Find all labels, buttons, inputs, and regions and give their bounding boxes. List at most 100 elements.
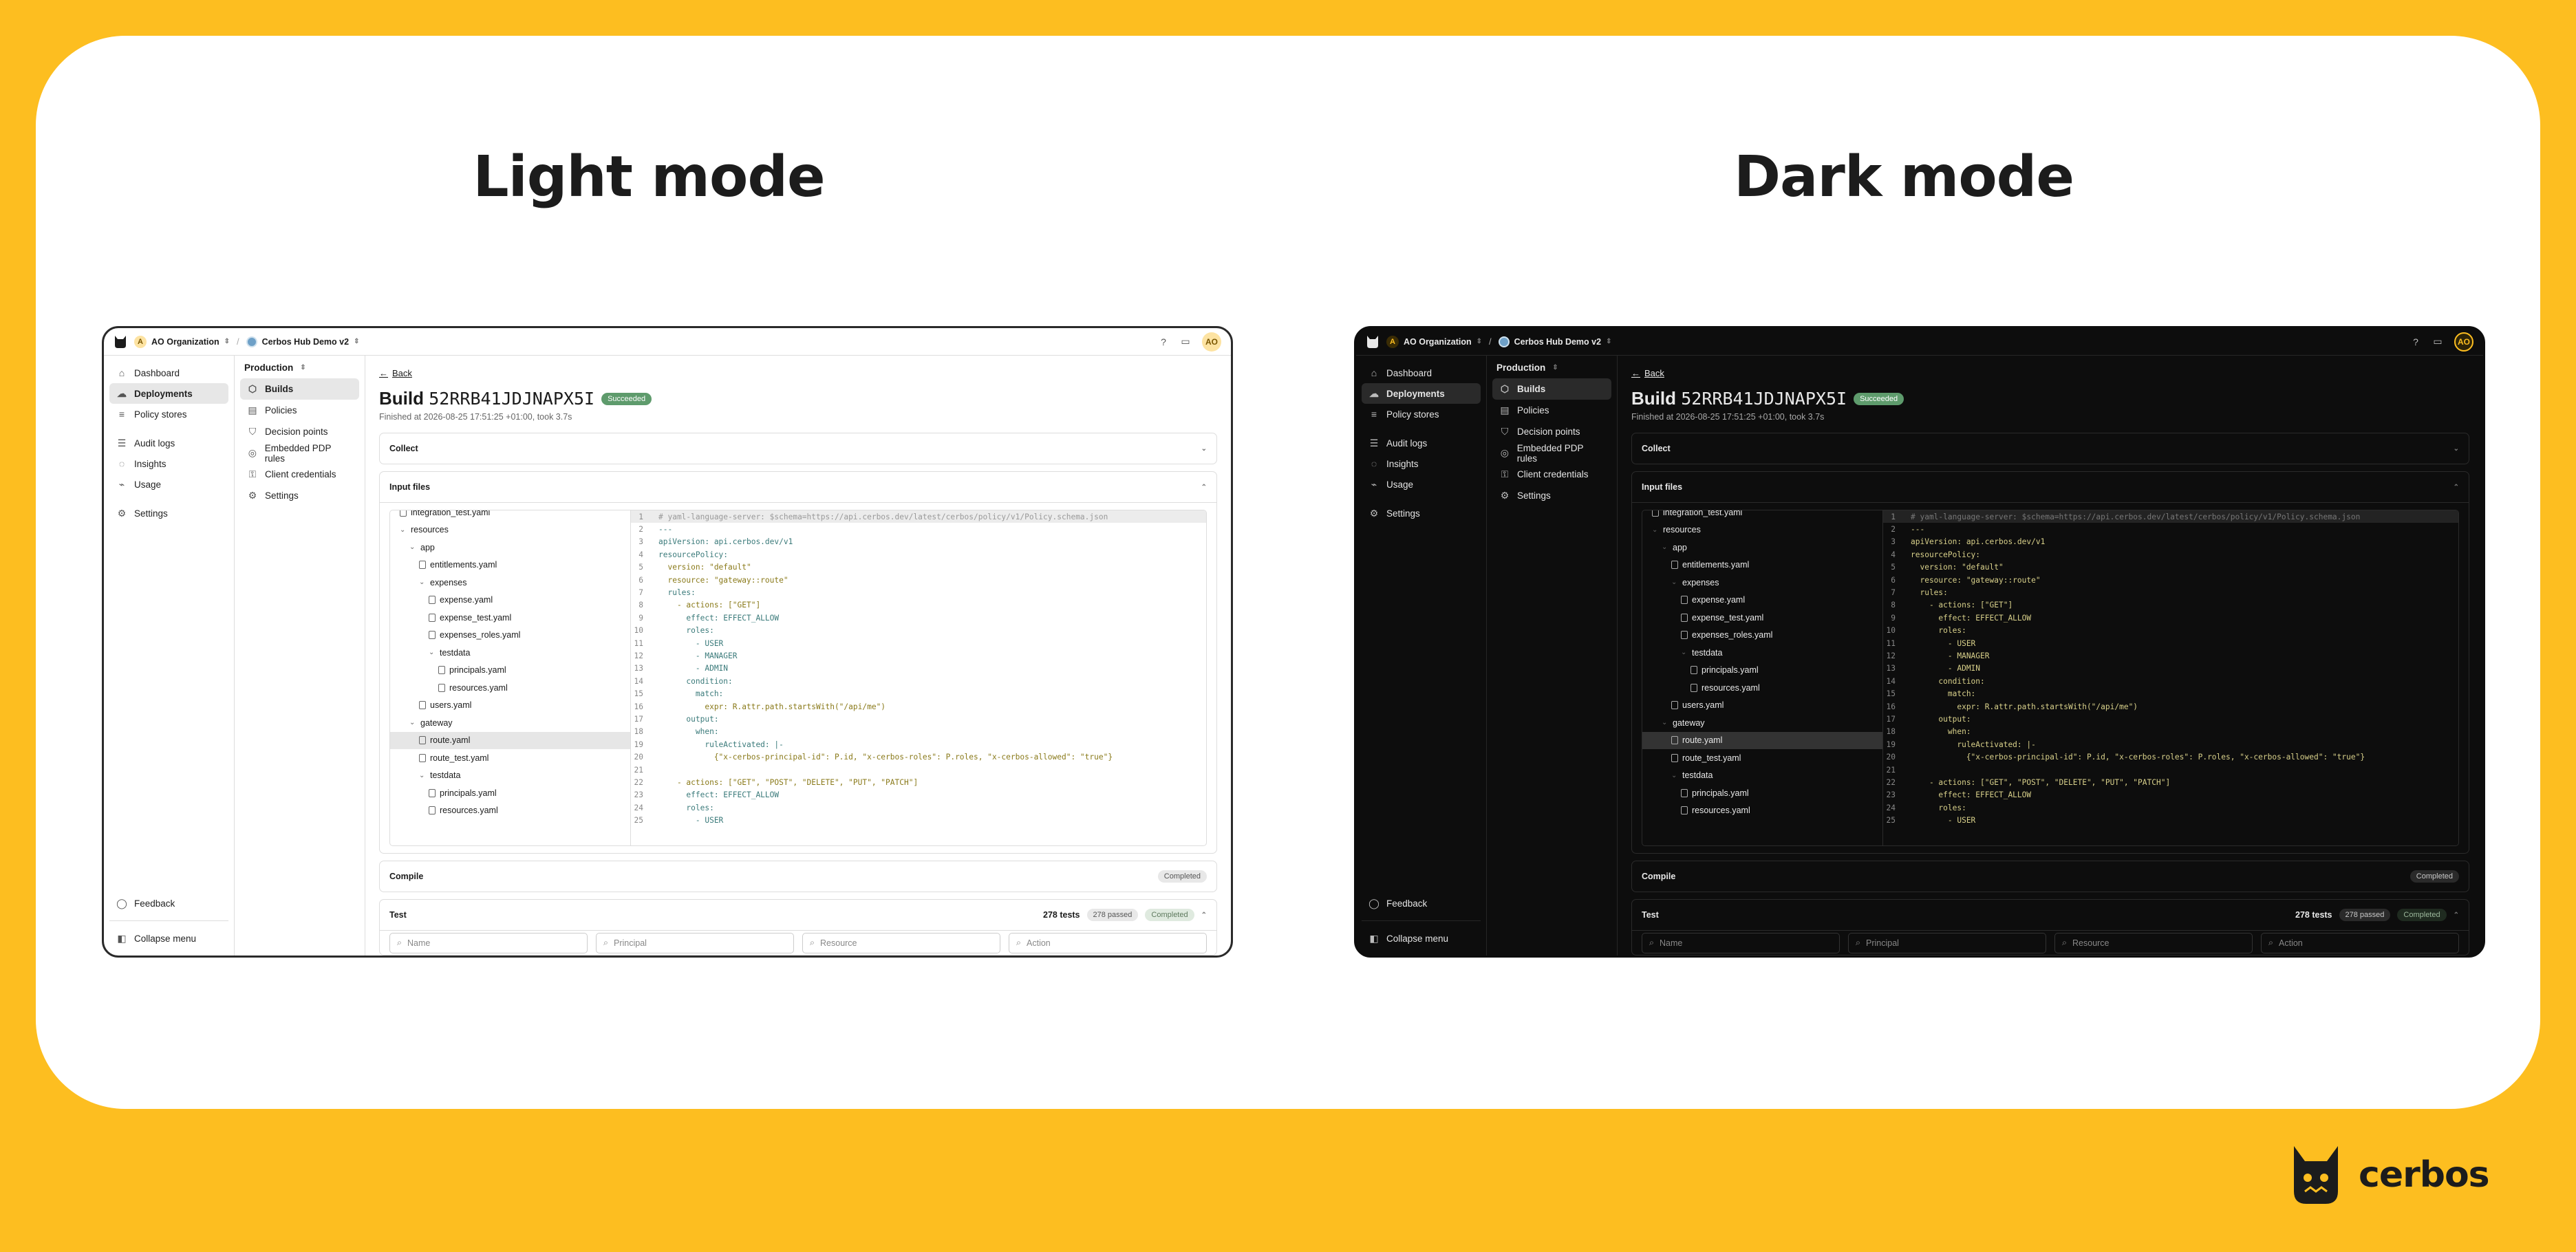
subnav-item-settings[interactable]: ⚙ Settings [240,485,359,506]
subnav-item-decision-points[interactable]: ⛉ Decision points [1492,421,1611,442]
project-switcher[interactable]: Cerbos Hub Demo v2 ⇕ [246,336,359,347]
sidebar-item-settings[interactable]: ⚙ Settings [109,503,228,524]
tree-file[interactable]: expenses_roles.yaml [390,627,630,645]
tree-folder[interactable]: ⌄ gateway [1642,714,1882,732]
resource-filter-input[interactable]: ⌕ Resource [2054,932,2253,953]
file-tree[interactable]: integration_test.yaml ⌄ resources ⌄ app entit… [390,510,631,845]
org-switcher[interactable]: A AO Organization ⇕ [1386,335,1482,348]
subnav-item-policies[interactable]: ▤ Policies [240,400,359,421]
tree-file[interactable]: entitlements.yaml [1642,557,1882,574]
tree-folder[interactable]: ⌄ resources [1642,521,1882,539]
sidebar-item-policy-stores[interactable]: ≡ Policy stores [109,404,228,424]
input-files-header[interactable]: Input files ⌃ [380,472,1216,502]
sidebar-item-policy-stores[interactable]: ≡ Policy stores [1362,404,1481,424]
help-icon[interactable]: ? [1158,336,1169,347]
sidebar-item-dashboard[interactable]: ⌂ Dashboard [109,363,228,383]
tree-file[interactable]: principals.yaml [1642,784,1882,802]
sidebar-item-settings[interactable]: ⚙ Settings [1362,503,1481,524]
principal-filter-input[interactable]: ⌕ Principal [596,932,794,953]
code-viewer[interactable]: 1 # yaml-language-server: $schema=https:/… [631,510,1206,845]
tree-file[interactable]: resources.yaml [1642,802,1882,820]
tree-file[interactable]: route.yaml [390,731,630,749]
sidebar-item-dashboard[interactable]: ⌂ Dashboard [1362,363,1481,383]
name-filter-input[interactable]: ⌕ Name [1642,932,1840,953]
tree-file[interactable]: route_test.yaml [390,749,630,767]
subnav-item-embedded-pdp-rules[interactable]: ◎ Embedded PDP rules [1492,442,1611,464]
tree-file[interactable]: principals.yaml [1642,662,1882,680]
tree-file[interactable]: resources.yaml [390,679,630,697]
back-link[interactable]: ← Back [379,368,1217,378]
tree-file[interactable]: expense_test.yaml [390,609,630,627]
tree-folder[interactable]: ⌄ resources [390,521,630,539]
test-header[interactable]: Test 278 tests 278 passed Completed ⌃ [380,900,1216,930]
tree-folder[interactable]: ⌄ expenses [1642,574,1882,592]
subnav-item-client-credentials[interactable]: ⚿ Client credentials [240,464,359,485]
sidebar-item-deployments[interactable]: ☁ Deployments [1362,383,1481,404]
tree-file[interactable]: resources.yaml [390,802,630,820]
sidebar-item-insights[interactable]: ◌ Insights [1362,453,1481,474]
sidebar-item-usage[interactable]: ⌁ Usage [109,474,228,495]
tree-file[interactable]: expense_test.yaml [1642,609,1882,627]
avatar[interactable]: AO [1202,332,1221,352]
tree-folder[interactable]: ⌄ expenses [390,574,630,592]
environment-switcher[interactable]: Production ⇕ [1492,363,1611,378]
compile-panel[interactable]: Compile Completed [1631,861,2469,892]
tree-file[interactable]: expense.yaml [1642,592,1882,609]
name-filter-input[interactable]: ⌕ Name [389,932,588,953]
tree-file[interactable]: users.yaml [390,697,630,715]
org-switcher[interactable]: A AO Organization ⇕ [134,335,230,348]
project-switcher[interactable]: Cerbos Hub Demo v2 ⇕ [1498,336,1611,347]
tree-file[interactable]: expenses_roles.yaml [1642,627,1882,645]
feedback-button[interactable]: ◯ Feedback [109,893,228,914]
subnav-item-settings[interactable]: ⚙ Settings [1492,485,1611,506]
collapse-menu-button[interactable]: ◧ Collapse menu [1362,928,1481,949]
docs-icon[interactable]: ▭ [2432,336,2443,347]
tree-file[interactable]: users.yaml [1642,697,1882,715]
sidebar-item-insights[interactable]: ◌ Insights [109,453,228,474]
file-tree[interactable]: integration_test.yaml ⌄ resources ⌄ app entit… [1642,510,1883,845]
sidebar-item-audit-logs[interactable]: ☰ Audit logs [1362,433,1481,453]
tree-file[interactable]: principals.yaml [390,662,630,680]
input-files-header[interactable]: Input files ⌃ [1632,472,2469,502]
test-header[interactable]: Test 278 tests 278 passed Completed ⌃ [1632,900,2469,930]
tree-file[interactable]: integration_test.yaml [390,510,630,521]
back-link[interactable]: ← Back [1631,368,2469,378]
resource-filter-input[interactable]: ⌕ Resource [802,932,1000,953]
sidebar-item-deployments[interactable]: ☁ Deployments [109,383,228,404]
subnav-item-builds[interactable]: ⬡ Builds [240,378,359,400]
tree-file[interactable]: integration_test.yaml [1642,510,1882,521]
collect-panel[interactable]: Collect ⌄ [379,433,1217,464]
subnav-item-builds[interactable]: ⬡ Builds [1492,378,1611,400]
tree-folder[interactable]: ⌄ app [1642,539,1882,557]
tree-file[interactable]: entitlements.yaml [390,557,630,574]
subnav-item-client-credentials[interactable]: ⚿ Client credentials [1492,464,1611,485]
code-viewer[interactable]: 1 # yaml-language-server: $schema=https:/… [1883,510,2458,845]
tree-folder[interactable]: ⌄ testdata [390,644,630,662]
tree-file[interactable]: resources.yaml [1642,679,1882,697]
sidebar-item-usage[interactable]: ⌁ Usage [1362,474,1481,495]
tree-file[interactable]: route_test.yaml [1642,749,1882,767]
tree-folder[interactable]: ⌄ testdata [1642,644,1882,662]
action-filter-input[interactable]: ⌕ Action [2261,932,2459,953]
tree-file[interactable]: expense.yaml [390,592,630,609]
subnav-item-embedded-pdp-rules[interactable]: ◎ Embedded PDP rules [240,442,359,464]
tree-file[interactable]: principals.yaml [390,784,630,802]
sidebar-item-audit-logs[interactable]: ☰ Audit logs [109,433,228,453]
feedback-button[interactable]: ◯ Feedback [1362,893,1481,914]
collect-panel[interactable]: Collect ⌄ [1631,433,2469,464]
tree-folder[interactable]: ⌄ testdata [1642,767,1882,785]
action-filter-input[interactable]: ⌕ Action [1009,932,1207,953]
compile-panel[interactable]: Compile Completed [379,861,1217,892]
subnav-item-policies[interactable]: ▤ Policies [1492,400,1611,421]
environment-switcher[interactable]: Production ⇕ [240,363,359,378]
help-icon[interactable]: ? [2410,336,2421,347]
docs-icon[interactable]: ▭ [1180,336,1191,347]
principal-filter-input[interactable]: ⌕ Principal [1848,932,2046,953]
subnav-item-decision-points[interactable]: ⛉ Decision points [240,421,359,442]
tree-file[interactable]: route.yaml [1642,731,1882,749]
collapse-menu-button[interactable]: ◧ Collapse menu [109,928,228,949]
tree-folder[interactable]: ⌄ gateway [390,714,630,732]
avatar[interactable]: AO [2454,332,2473,352]
tree-folder[interactable]: ⌄ app [390,539,630,557]
tree-folder[interactable]: ⌄ testdata [390,767,630,785]
